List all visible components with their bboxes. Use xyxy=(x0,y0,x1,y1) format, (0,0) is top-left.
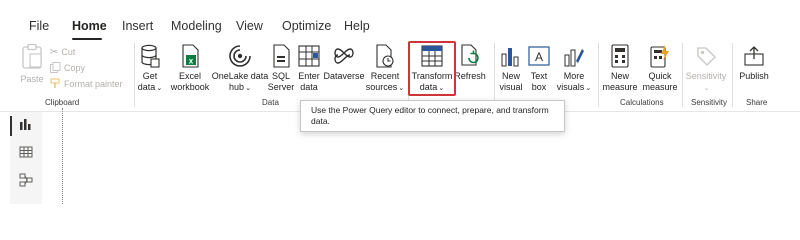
recent-file-icon xyxy=(371,42,399,70)
recent-sources-button[interactable]: Recent sources⌄ xyxy=(365,41,405,94)
copy-label: Copy xyxy=(64,63,86,73)
bar-chart-icon xyxy=(19,117,33,136)
table-view-button[interactable] xyxy=(18,146,34,162)
table-icon xyxy=(19,145,33,164)
format-painter-button[interactable]: Format painter xyxy=(50,77,123,91)
highlight-box xyxy=(408,41,456,96)
sql-server-button[interactable]: SQL Server xyxy=(266,41,296,93)
dataverse-icon xyxy=(330,42,358,70)
database-icon xyxy=(136,42,164,70)
canvas-edge xyxy=(62,108,63,204)
publish-button[interactable]: Publish xyxy=(738,41,770,82)
text-box-button[interactable]: A Text box xyxy=(528,41,550,93)
copy-button[interactable]: Copy xyxy=(50,61,85,75)
refresh-button[interactable]: Refresh xyxy=(454,41,486,82)
menu-bar: File Home Insert Modeling View Optimize … xyxy=(0,0,800,40)
tab-optimize[interactable]: Optimize xyxy=(282,18,331,34)
copy-icon xyxy=(50,61,61,75)
publish-label: Publish xyxy=(739,71,769,81)
scissors-icon: ✂ xyxy=(50,46,59,58)
quick-calculator-icon xyxy=(646,42,674,70)
excel-icon: x xyxy=(176,42,204,70)
recent-sources-label: Recent sources⌄ xyxy=(365,71,405,92)
excel-workbook-button[interactable]: x Excel workbook xyxy=(170,41,210,93)
cut-label: Cut xyxy=(61,47,76,57)
group-divider xyxy=(494,43,495,107)
sql-server-label: SQL Server xyxy=(267,71,295,92)
enter-data-button[interactable]: Enter data xyxy=(295,41,323,93)
onelake-data-hub-button[interactable]: OneLake data hub⌄ xyxy=(211,41,269,94)
onelake-icon xyxy=(226,42,254,70)
more-visuals-label: More visuals⌄ xyxy=(556,71,592,92)
quick-measure-button[interactable]: Quick measure xyxy=(642,41,678,93)
enter-data-label: Enter data xyxy=(298,71,320,92)
active-view-indicator xyxy=(10,116,12,136)
clipboard-group-label: Clipboard xyxy=(45,98,80,107)
cut-button[interactable]: ✂ Cut xyxy=(50,45,75,59)
tooltip-line-2: data. xyxy=(311,116,330,126)
new-measure-button[interactable]: New measure xyxy=(602,41,638,93)
clipboard-icon xyxy=(18,42,46,70)
view-switcher-rail xyxy=(10,112,42,204)
text-box-label: Text box xyxy=(530,71,548,92)
publish-icon xyxy=(740,42,768,70)
tab-file[interactable]: File xyxy=(29,18,49,34)
sensitivity-group-label: Sensitivity xyxy=(691,98,728,107)
calculator-icon xyxy=(606,42,634,70)
transform-data-tooltip: Use the Power Query editor to connect, p… xyxy=(300,100,565,132)
paste-label: Paste xyxy=(20,74,44,84)
tab-help[interactable]: Help xyxy=(344,18,370,34)
excel-workbook-label: Excel workbook xyxy=(170,71,210,92)
get-data-button[interactable]: Get data⌄ xyxy=(136,41,164,94)
tab-modeling[interactable]: Modeling xyxy=(171,18,222,34)
table-grid-icon xyxy=(295,42,323,70)
paintbrush-icon xyxy=(50,78,61,91)
share-group-label: Share xyxy=(746,98,768,107)
svg-text:A: A xyxy=(535,50,543,64)
data-group-label: Data xyxy=(262,98,279,107)
group-divider xyxy=(682,43,683,107)
tooltip-line-1: Use the Power Query editor to connect, p… xyxy=(311,105,549,115)
model-icon xyxy=(19,173,33,192)
new-visual-button[interactable]: New visual xyxy=(498,41,524,93)
text-box-icon: A xyxy=(525,42,553,70)
bar-chart-icon xyxy=(497,42,525,70)
group-divider xyxy=(598,43,599,107)
refresh-icon xyxy=(456,42,484,70)
model-view-button[interactable] xyxy=(18,173,34,192)
tab-home[interactable]: Home xyxy=(72,18,107,34)
sensitivity-button[interactable]: Sensitivity ⌄ xyxy=(686,41,726,94)
svg-text:x: x xyxy=(189,57,194,66)
calculations-group-label: Calculations xyxy=(620,98,664,107)
paste-button[interactable]: Paste xyxy=(18,41,46,85)
new-visual-label: New visual xyxy=(499,71,523,92)
tab-view[interactable]: View xyxy=(236,18,263,34)
report-view-button[interactable] xyxy=(18,118,34,134)
dataverse-label: Dataverse xyxy=(323,71,365,81)
group-divider xyxy=(732,43,733,107)
sql-server-icon xyxy=(267,42,295,70)
refresh-label: Refresh xyxy=(454,71,486,81)
format-painter-label: Format painter xyxy=(64,79,123,89)
more-visuals-icon xyxy=(560,42,588,70)
quick-measure-label: Quick measure xyxy=(642,71,678,92)
sensitivity-label: Sensitivity ⌄ xyxy=(685,71,727,92)
more-visuals-button[interactable]: More visuals⌄ xyxy=(554,41,594,94)
onelake-label: OneLake data hub⌄ xyxy=(211,71,269,92)
dataverse-button[interactable]: Dataverse xyxy=(323,41,365,82)
new-measure-label: New measure xyxy=(602,71,638,92)
group-divider xyxy=(134,43,135,107)
sensitivity-tag-icon xyxy=(692,42,720,70)
get-data-label: Get data⌄ xyxy=(137,71,163,92)
tab-insert[interactable]: Insert xyxy=(122,18,153,34)
